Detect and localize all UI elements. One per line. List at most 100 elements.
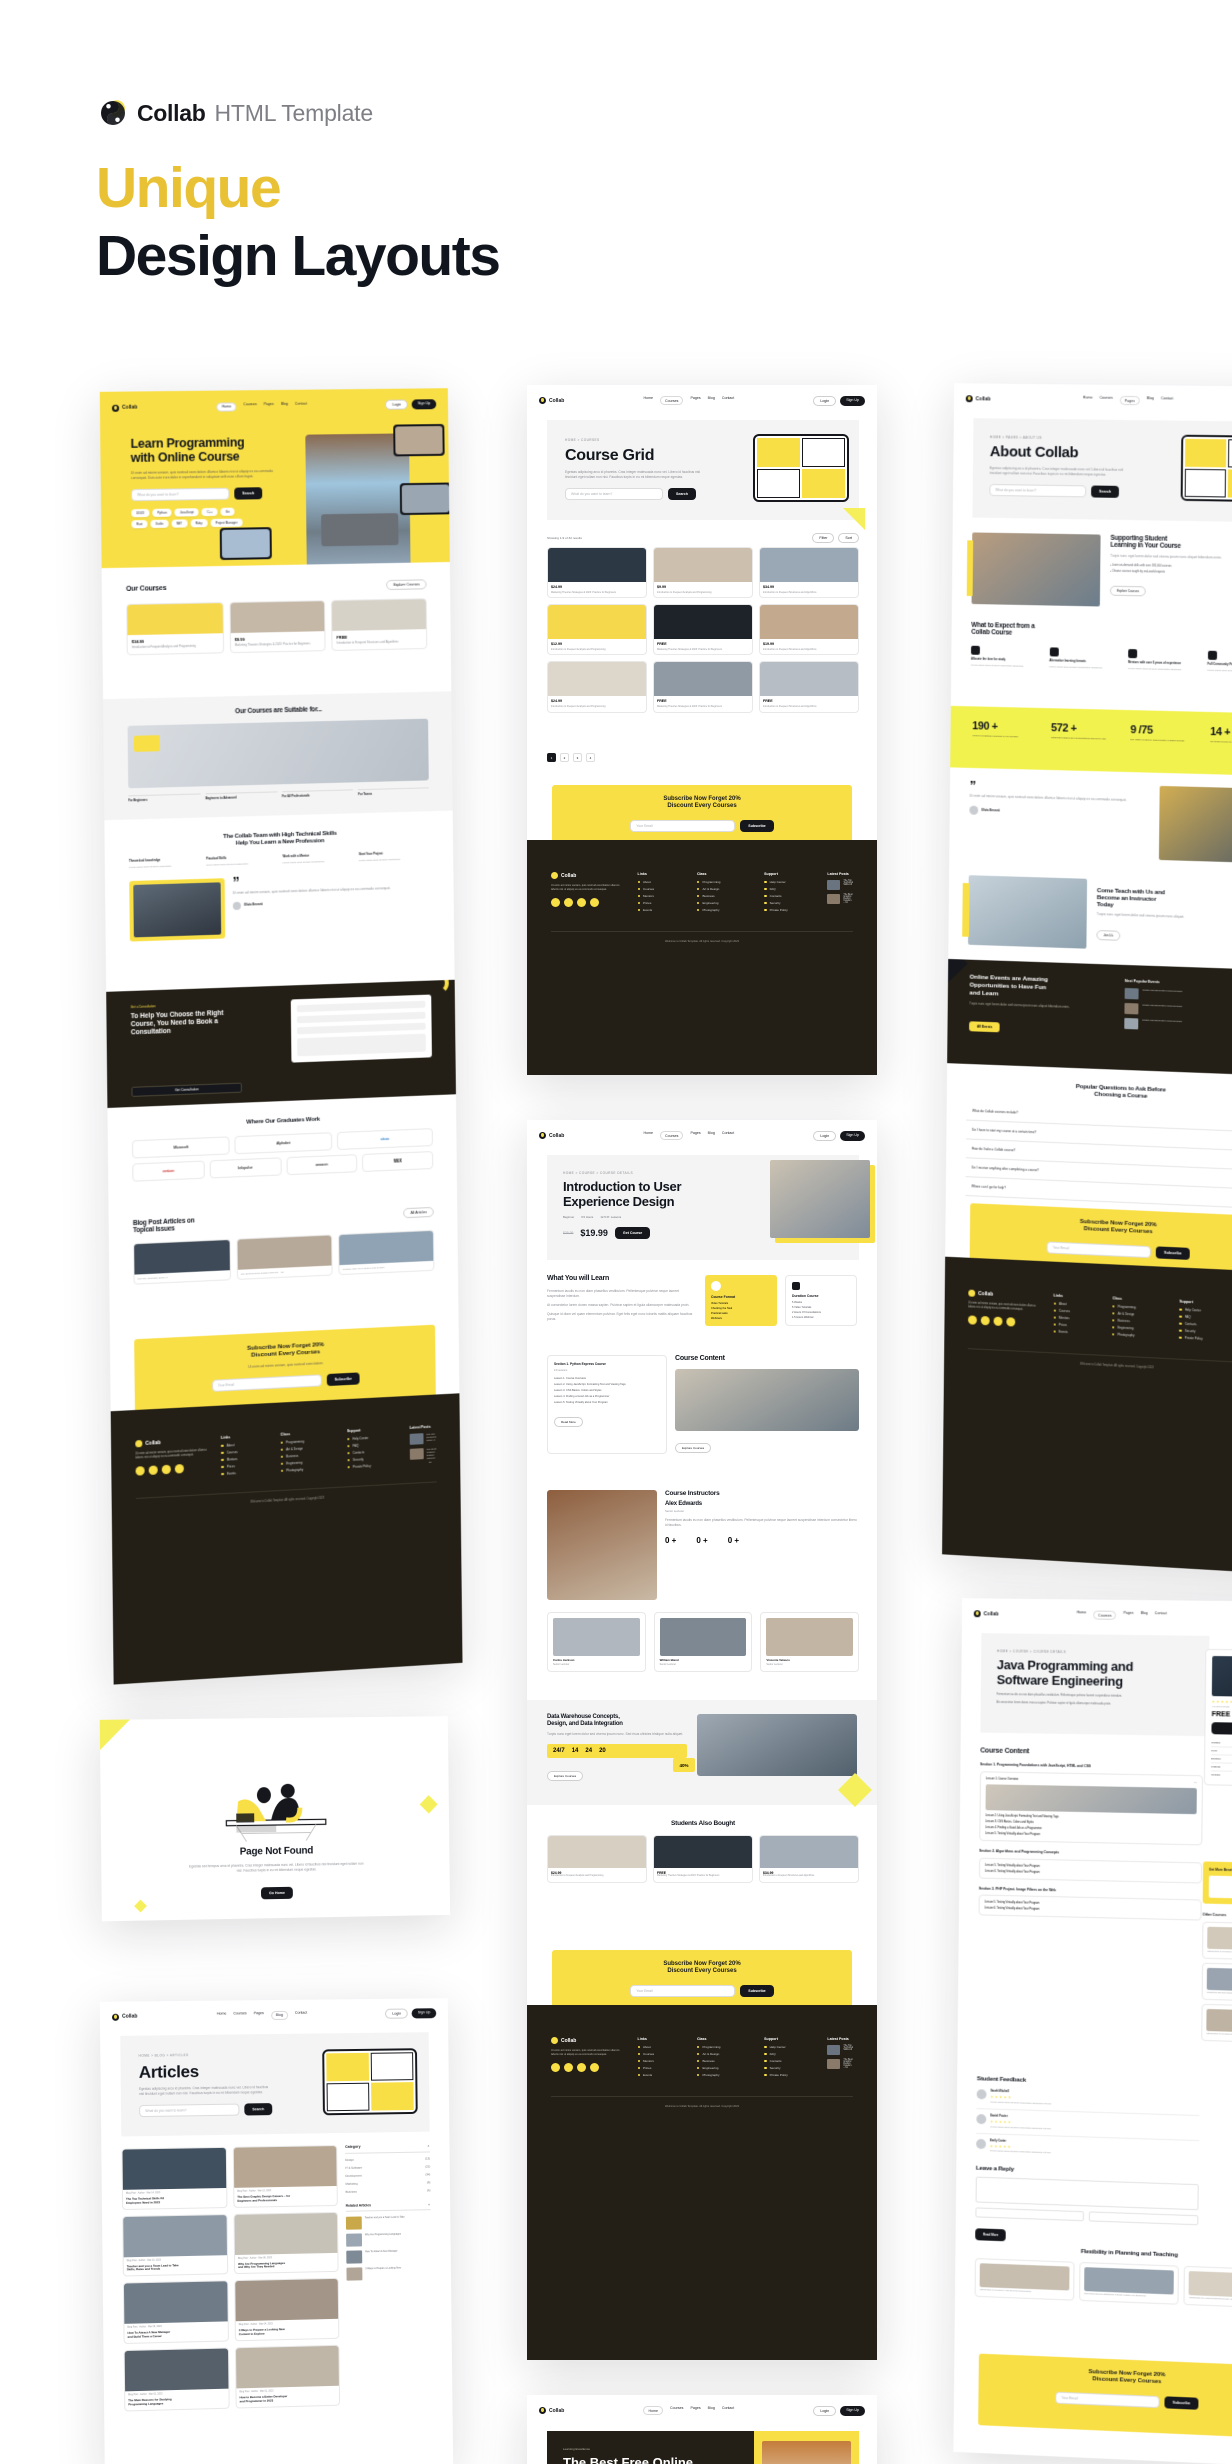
- search-button[interactable]: Search: [668, 488, 696, 501]
- email-input[interactable]: Your Email: [211, 1374, 322, 1393]
- post-title[interactable]: The Top Technical Skills All: [843, 880, 853, 890]
- all-articles-button[interactable]: All Articles: [403, 1206, 434, 1219]
- nav-item-pages[interactable]: Pages: [690, 396, 700, 405]
- related-title-text[interactable]: How To Attract A New Manager: [365, 2250, 398, 2264]
- footer-link[interactable]: Programming: [697, 880, 751, 884]
- footer-link[interactable]: Mentors: [1053, 1315, 1099, 1321]
- nav-item-blog[interactable]: Blog: [708, 396, 715, 405]
- post-title[interactable]: The Top Technical Skills All: [843, 2045, 853, 2055]
- subscribe-button[interactable]: Subscribe: [326, 1372, 360, 1387]
- lesson-item[interactable]: Lesson 6. Testing Virtually about Your P…: [985, 1870, 1196, 1878]
- related-title-text[interactable]: Teacher and you a Team Lead to Take: [365, 2216, 405, 2230]
- nav-item-blog[interactable]: Blog: [281, 401, 288, 410]
- twitter-icon[interactable]: [564, 2062, 573, 2072]
- footer-link[interactable]: FAQ: [764, 2052, 814, 2056]
- course-card[interactable]: $12.99 Introduction to Frequent Analysis …: [547, 604, 647, 656]
- post-title[interactable]: The Top Technical Skills All: [426, 1432, 436, 1444]
- mockup-home-landing[interactable]: Collab Home Courses Pages Blog Contact L…: [99, 388, 463, 1685]
- search-button[interactable]: Search: [244, 2103, 273, 2116]
- footer-link[interactable]: Help Center: [1179, 1308, 1229, 1314]
- footer-link[interactable]: Programming: [697, 2045, 751, 2049]
- footer-link[interactable]: Security: [347, 1456, 396, 1463]
- footer-link[interactable]: Business: [697, 894, 751, 898]
- email-input[interactable]: Your Email: [1046, 1241, 1152, 1259]
- post-comment-button[interactable]: Read More: [975, 2228, 1007, 2242]
- article-card[interactable]: Blog Post · Author · Mar 04, 2023 3 Ways …: [234, 2278, 340, 2342]
- footer-link[interactable]: Art & Design: [697, 887, 751, 891]
- nav-item-home[interactable]: Home: [643, 396, 653, 405]
- signup-button[interactable]: Sign Up: [840, 395, 865, 406]
- youtube-icon[interactable]: [174, 1464, 184, 1474]
- footer-link[interactable]: About: [638, 2045, 684, 2049]
- tag-pill[interactable]: JavaScript: [174, 508, 199, 517]
- login-button[interactable]: Login: [813, 2405, 837, 2416]
- footer-link[interactable]: Prices: [638, 901, 684, 905]
- footer-link[interactable]: Contacts: [764, 2059, 814, 2063]
- facebook-icon[interactable]: [551, 2062, 560, 2072]
- course-card[interactable]: $34.99 Introduction to Frequent Structure…: [759, 547, 859, 599]
- footer-link[interactable]: Contacts: [1179, 1322, 1229, 1328]
- nav-item-pages[interactable]: Pages: [690, 2406, 700, 2415]
- footer-link[interactable]: FAQ: [347, 1442, 396, 1449]
- nav-item-blog[interactable]: Blog: [1140, 1611, 1147, 1620]
- footer-link[interactable]: Private Policy: [764, 2073, 814, 2077]
- footer-link[interactable]: Prices: [638, 2066, 684, 2070]
- search-input[interactable]: What do you want to learn?: [139, 2103, 240, 2118]
- footer-link[interactable]: Events: [1053, 1329, 1099, 1335]
- reply-name-field[interactable]: [975, 2207, 1084, 2222]
- footer-link[interactable]: Help Center: [347, 1435, 396, 1442]
- footer-link[interactable]: Courses: [638, 2052, 684, 2056]
- footer-link[interactable]: Security: [1179, 1329, 1229, 1335]
- get-course-button[interactable]: Get Course: [1211, 1722, 1232, 1736]
- social-links[interactable]: [135, 1463, 208, 1476]
- team-card[interactable]: Carlos Jackson Senior Lecturer: [547, 1612, 646, 1672]
- youtube-icon[interactable]: [1006, 1316, 1016, 1327]
- chevron-up-icon[interactable]: ▲: [427, 2144, 430, 2148]
- signup-button[interactable]: Sign Up: [411, 399, 437, 410]
- subscribe-button[interactable]: Subscribe: [1164, 2396, 1199, 2411]
- course-card[interactable]: FREE Introduction to Frequent Structures …: [759, 661, 859, 713]
- pagination-page[interactable]: 2: [560, 753, 569, 762]
- mockup-page-not-found[interactable]: Page Not Found Egestas sed tempus urna e…: [99, 1716, 451, 1922]
- nav-item-pages[interactable]: Pages: [1123, 1611, 1133, 1620]
- subscribe-button[interactable]: Subscribe: [740, 1985, 774, 1998]
- mockup-java-course[interactable]: Collab Home Courses Pages Blog Contact L…: [953, 1598, 1232, 2464]
- footer-link[interactable]: Contacts: [764, 894, 814, 898]
- chevron-down-icon[interactable]: …: [1194, 1782, 1197, 1785]
- go-home-button[interactable]: Go Home: [260, 1886, 293, 1900]
- nav-item-contact[interactable]: Contact: [1161, 396, 1173, 405]
- pagination-page[interactable]: 3: [573, 753, 582, 762]
- footer-link[interactable]: FAQ: [764, 887, 814, 891]
- footer-link[interactable]: Contacts: [347, 1449, 396, 1456]
- filter-button[interactable]: Filter: [812, 533, 835, 543]
- footer-link[interactable]: Photography: [697, 908, 751, 912]
- footer-link[interactable]: Events: [638, 2073, 684, 2077]
- tag-pill[interactable]: UI/UX: [131, 509, 150, 518]
- footer-link[interactable]: Private Policy: [764, 908, 814, 912]
- login-button[interactable]: Login: [813, 395, 837, 406]
- login-button[interactable]: Login: [385, 399, 408, 410]
- mock-nav-menu[interactable]: Home Courses Pages Blog Contact: [216, 401, 307, 412]
- category-name[interactable]: Development: [345, 2173, 361, 2177]
- youtube-icon[interactable]: [590, 897, 599, 907]
- subscribe-button[interactable]: Subscribe: [740, 820, 774, 833]
- lesson-item[interactable]: Lesson 6. Testing Virtually about Your P…: [984, 1907, 1195, 1915]
- tag-pill[interactable]: Python: [152, 508, 172, 518]
- blog-card[interactable]: The Best Graphic Design Careers – for: [236, 1234, 333, 1281]
- search-input[interactable]: What do you want to learn?: [565, 488, 663, 501]
- footer-link[interactable]: Art & Design: [1112, 1311, 1166, 1318]
- chevron-up-icon[interactable]: ▲: [428, 2202, 431, 2206]
- footer-link[interactable]: Security: [764, 2066, 814, 2070]
- nav-item-contact[interactable]: Contact: [1155, 1611, 1167, 1620]
- footer-link[interactable]: Engineering: [697, 2066, 751, 2070]
- dw-button[interactable]: Explore Courses: [547, 1770, 584, 1781]
- lesson-item[interactable]: Lesson 4. Finding a Good Job as a Progra…: [554, 1395, 660, 1398]
- lesson-item[interactable]: Lesson 5. Testing Virtually about Your P…: [985, 1832, 1196, 1839]
- course-card[interactable]: $34.99 Introduction to Frequent Analysis…: [126, 602, 224, 656]
- reply-email-field[interactable]: [1088, 2211, 1199, 2226]
- article-card[interactable]: Blog Post · Author · Mar 06, 2023 How To …: [122, 2280, 229, 2344]
- footer-link[interactable]: Mentors: [638, 894, 684, 898]
- footer-link[interactable]: Help Center: [764, 2045, 814, 2049]
- nav-item-courses[interactable]: Courses: [660, 1131, 684, 1140]
- get-course-button[interactable]: Get Course: [614, 1227, 651, 1240]
